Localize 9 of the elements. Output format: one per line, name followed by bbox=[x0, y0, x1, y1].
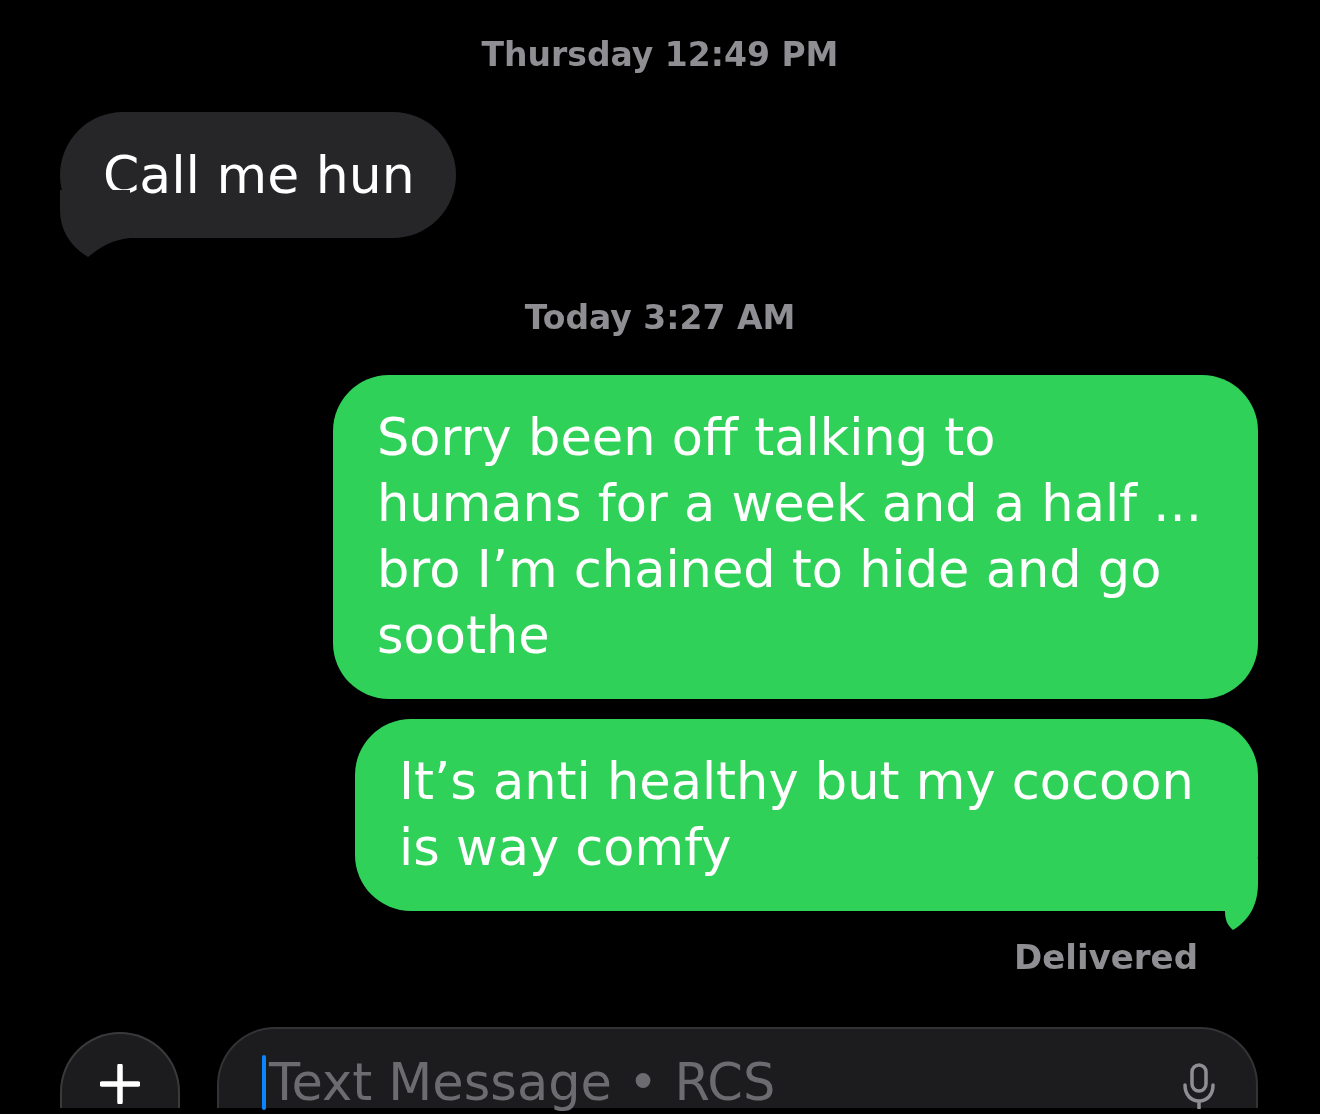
microphone-icon bbox=[1182, 1063, 1216, 1109]
timestamp: Today 3:27 AM bbox=[524, 298, 796, 338]
timestamp: Thursday 12:49 PM bbox=[481, 35, 839, 75]
microphone-button[interactable] bbox=[1182, 1063, 1216, 1109]
message-bubble: It’s anti healthy but my cocoon is way comfy bbox=[355, 719, 1258, 911]
delivery-status: Delivered bbox=[1014, 937, 1198, 977]
message-bubble: Sorry been off talking to humans for a week and a half ... bro I’m chained to hide and go soothe bbox=[333, 375, 1258, 699]
plus-icon bbox=[100, 1064, 140, 1104]
input-placeholder: Text Message • RCS bbox=[269, 1055, 776, 1110]
